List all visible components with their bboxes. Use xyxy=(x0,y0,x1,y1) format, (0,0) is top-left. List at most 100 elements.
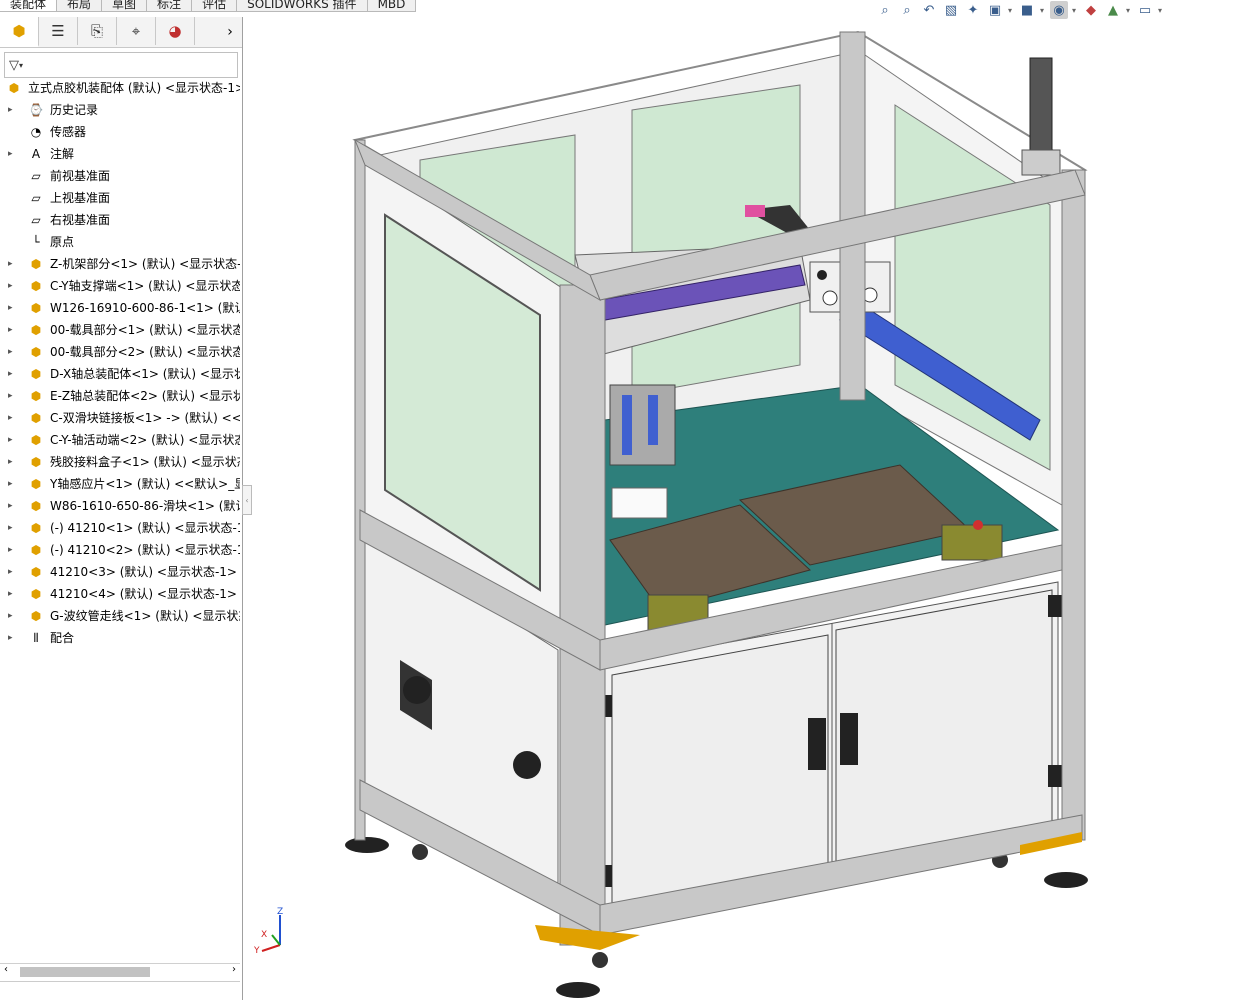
subassembly-icon: ⬢ xyxy=(30,521,42,535)
triad-y-label: Y xyxy=(253,946,260,955)
tab-1[interactable]: 布局 xyxy=(57,0,103,12)
fan-2-grill xyxy=(513,751,541,779)
plane-icon: ▱ xyxy=(31,169,41,183)
view-settings-caret-icon[interactable]: ▾ xyxy=(1158,6,1164,15)
tab-2[interactable]: 草图 xyxy=(102,0,148,12)
view-orientation-caret-icon[interactable]: ▾ xyxy=(1008,6,1014,15)
e-stop-button xyxy=(973,520,983,530)
tab-0[interactable]: 装配体 xyxy=(0,0,58,12)
expand-arrow-icon[interactable]: ▸ xyxy=(8,495,16,517)
tree-item[interactable]: ▸ ⬢ 41210<3> (默认) <显示状态-1> xyxy=(0,561,240,583)
display-style-caret-icon[interactable]: ▾ xyxy=(1040,6,1046,15)
tree-item[interactable]: └ 原点 xyxy=(0,231,240,253)
plane-icon: ▱ xyxy=(31,213,41,227)
dimxpert-manager-tab-icon[interactable]: ⌖ xyxy=(117,17,156,45)
tree-item[interactable]: ▸ ⬢ D-X轴总装配体<1> (默认) <显示状 xyxy=(0,363,240,385)
expand-arrow-icon[interactable]: ▸ xyxy=(8,451,16,473)
property-manager-tab-icon[interactable]: ☰ xyxy=(39,17,78,45)
tab-6[interactable]: MBD xyxy=(367,0,417,12)
expand-arrow-icon[interactable]: ▸ xyxy=(8,143,16,165)
scroll-right-icon[interactable]: › xyxy=(232,964,236,975)
part-icon: ⬢ xyxy=(30,477,42,491)
scene-caret-icon[interactable]: ▾ xyxy=(1126,6,1132,15)
expand-arrow-icon[interactable]: ▸ xyxy=(8,583,16,605)
expand-arrow-icon[interactable]: ▸ xyxy=(8,253,16,275)
triad-x-label: X xyxy=(261,930,267,940)
tree-item[interactable]: ▸ ⬢ G-波纹管走线<1> (默认) <显示状态 xyxy=(0,605,240,627)
upright-left-back xyxy=(354,139,366,841)
graphics-viewport[interactable] xyxy=(244,17,1254,1000)
expand-arrow-icon[interactable]: ▸ xyxy=(8,341,16,363)
expand-arrow-icon[interactable]: ▸ xyxy=(8,363,16,385)
tree-item[interactable]: ◔ 传感器 xyxy=(0,121,240,143)
tree-item[interactable]: ▸ ⬢ Y轴感应片<1> (默认) <<默认>_显 xyxy=(0,473,240,495)
tree-item[interactable]: ▱ 前视基准面 xyxy=(0,165,240,187)
tree-item[interactable]: ▸ ⬢ W86-1610-650-86-滑块<1> (默认 xyxy=(0,495,240,517)
panel-more-icon[interactable]: › xyxy=(218,17,242,47)
tree-item[interactable]: ▸ ⬢ Z-机架部分<1> (默认) <显示状态-1 xyxy=(0,253,240,275)
tree-item-label: C-双滑块链接板<1> -> (默认) <<默 xyxy=(50,411,240,425)
tree-filter[interactable]: ▽ ▾ xyxy=(4,52,238,78)
coordinate-triad: Z Y X xyxy=(253,907,283,955)
tree-item[interactable]: ▸ ⬢ (-) 41210<2> (默认) <显示状态-1> xyxy=(0,539,240,561)
expand-arrow-icon[interactable]: ▸ xyxy=(8,473,16,495)
tree-item[interactable]: ▸ ⌚ 历史记录 xyxy=(0,99,240,121)
feature-manager-panel: ⬢ ☰ ⎘ ⌖ ◕ › ▽ ▾ ⬢ 立式点胶机装配体 (默认) <显示状态-1> … xyxy=(0,17,243,1000)
tree-item-label: 残胶接料盒子<1> (默认) <显示状态 xyxy=(50,455,240,469)
expand-arrow-icon[interactable]: ▸ xyxy=(8,627,16,649)
expand-arrow-icon[interactable]: ▸ xyxy=(8,429,16,451)
tree-root-label: 立式点胶机装配体 (默认) <显示状态-1> xyxy=(28,81,240,95)
display-manager-tab-icon[interactable]: ◕ xyxy=(156,17,195,45)
expand-arrow-icon[interactable]: ▸ xyxy=(8,319,16,341)
expand-arrow-icon[interactable]: ▸ xyxy=(8,605,16,627)
handle-right xyxy=(840,713,858,765)
assembly-icon: ⬢ xyxy=(8,81,20,95)
tree-item[interactable]: ▱ 上视基准面 xyxy=(0,187,240,209)
feature-manager-tab-icon[interactable]: ⬢ xyxy=(0,17,39,47)
tree-item[interactable]: ▸ ⬢ 残胶接料盒子<1> (默认) <显示状态 xyxy=(0,451,240,473)
panel-splitter[interactable] xyxy=(0,981,240,986)
expand-arrow-icon[interactable]: ▸ xyxy=(8,561,16,583)
tree-item[interactable]: ▸ ⬢ 00-载具部分<1> (默认) <显示状态 xyxy=(0,319,240,341)
origin-icon: └ xyxy=(32,235,40,249)
wheel-2 xyxy=(592,952,608,968)
tree-item-label: C-Y轴支撑端<1> (默认) <显示状态 xyxy=(50,279,240,293)
subassembly-icon: ⬢ xyxy=(30,455,42,469)
expand-arrow-icon[interactable]: ▸ xyxy=(8,385,16,407)
tree-item-label: 原点 xyxy=(50,235,75,249)
tree-root[interactable]: ⬢ 立式点胶机装配体 (默认) <显示状态-1> xyxy=(0,77,240,99)
tree-item[interactable]: ▸ ⬢ C-Y轴支撑端<1> (默认) <显示状态 xyxy=(0,275,240,297)
expand-arrow-icon[interactable]: ▸ xyxy=(8,275,16,297)
expand-arrow-icon[interactable]: ▸ xyxy=(8,539,16,561)
tree-item[interactable]: ▸ ⬢ (-) 41210<1> (默认) <显示状态-1> xyxy=(0,517,240,539)
plane-icon: ▱ xyxy=(31,191,41,205)
subassembly-icon: ⬢ xyxy=(30,279,42,293)
tree-horizontal-scrollbar[interactable]: ‹ › xyxy=(0,963,240,980)
expand-arrow-icon[interactable]: ▸ xyxy=(8,517,16,539)
tree-item[interactable]: ▸ ⬢ 41210<4> (默认) <显示状态-1> xyxy=(0,583,240,605)
tree-item-label: 00-载具部分<1> (默认) <显示状态 xyxy=(50,323,240,337)
tree-item[interactable]: ▸ ⬢ C-双滑块链接板<1> -> (默认) <<默 xyxy=(0,407,240,429)
tree-item[interactable]: ▸ ⫴ 配合 xyxy=(0,627,240,649)
tab-5[interactable]: SOLIDWORKS 插件 xyxy=(237,0,368,12)
tree-item-label: 41210<3> (默认) <显示状态-1> xyxy=(50,565,237,579)
annotation-icon: A xyxy=(31,147,41,161)
configuration-manager-tab-icon[interactable]: ⎘ xyxy=(78,17,117,45)
tree-item[interactable]: ▱ 右视基准面 xyxy=(0,209,240,231)
tab-4[interactable]: 评估 xyxy=(192,0,238,12)
tree-item[interactable]: ▸ ⬢ C-Y-轴活动端<2> (默认) <显示状态 xyxy=(0,429,240,451)
hide-show-caret-icon[interactable]: ▾ xyxy=(1072,6,1078,15)
tree-item[interactable]: ▸ A 注解 xyxy=(0,143,240,165)
mates-icon: ⫴ xyxy=(33,631,39,645)
tree-item[interactable]: ▸ ⬢ E-Z轴总装配体<2> (默认) <显示状 xyxy=(0,385,240,407)
tab-3[interactable]: 标注 xyxy=(147,0,193,12)
triad-z-label: Z xyxy=(277,907,283,917)
expand-arrow-icon[interactable]: ▸ xyxy=(8,297,16,319)
tree-item[interactable]: ▸ ⬢ 00-载具部分<2> (默认) <显示状态 xyxy=(0,341,240,363)
scroll-thumb[interactable] xyxy=(20,967,150,977)
scroll-left-icon[interactable]: ‹ xyxy=(4,964,8,975)
tree-item-label: 历史记录 xyxy=(50,103,99,117)
expand-arrow-icon[interactable]: ▸ xyxy=(8,99,16,121)
tree-item[interactable]: ▸ ⬢ W126-16910-600-86-1<1> (默认) xyxy=(0,297,240,319)
expand-arrow-icon[interactable]: ▸ xyxy=(8,407,16,429)
